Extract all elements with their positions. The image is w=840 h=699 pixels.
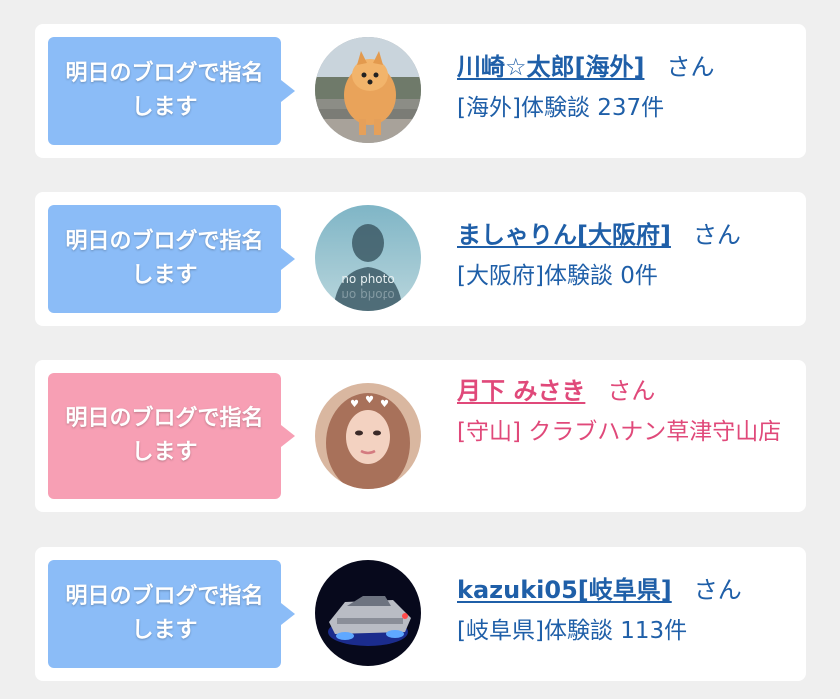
entry-card: 明日のブログで指名します no photo no photo ましゃりん[大阪府… bbox=[35, 192, 806, 326]
user-info: 月下 みさき さん [守山] クラブハナン草津守山店 bbox=[457, 374, 797, 452]
shop-name: [守山] クラブハナン草津守山店 bbox=[457, 419, 782, 445]
car-photo-icon bbox=[315, 560, 421, 666]
avatar[interactable] bbox=[315, 37, 421, 143]
user-info: 川崎☆太郎[海外] さん [海外]体験談 237件 bbox=[457, 50, 797, 128]
nomination-label: 明日のブログで指名します bbox=[65, 229, 264, 288]
review-count: [岐阜県]体験談 113件 bbox=[457, 618, 688, 644]
nomination-bubble: 明日のブログで指名します bbox=[48, 373, 295, 499]
user-info: kazuki05[岐阜県] さん [岐阜県]体験談 113件 bbox=[457, 573, 797, 651]
entry-card: 明日のブログで指名します ♥ ♥ ♥ 月下 みさき さん [守山] クラブハナン草… bbox=[35, 360, 806, 512]
nomination-bubble: 明日のブログで指名します bbox=[48, 205, 295, 313]
avatar[interactable]: no photo no photo bbox=[315, 205, 421, 311]
honorific: さん bbox=[666, 53, 715, 81]
no-photo-icon: no photo no photo bbox=[315, 205, 421, 311]
svg-text:no photo: no photo bbox=[341, 272, 394, 286]
avatar[interactable]: ♥ ♥ ♥ bbox=[315, 383, 421, 489]
dog-photo-icon bbox=[315, 37, 421, 143]
svg-text:♥: ♥ bbox=[350, 399, 359, 410]
name-line: ましゃりん[大阪府] さん bbox=[457, 218, 797, 252]
nomination-bubble: 明日のブログで指名します bbox=[48, 37, 295, 145]
woman-photo-icon: ♥ ♥ ♥ bbox=[315, 383, 421, 489]
user-info: ましゃりん[大阪府] さん [大阪府]体験談 0件 bbox=[457, 218, 797, 296]
avatar[interactable] bbox=[315, 560, 421, 666]
nomination-label: 明日のブログで指名します bbox=[65, 406, 264, 465]
user-name-link[interactable]: kazuki05[岐阜県] bbox=[457, 576, 672, 604]
name-line: 川崎☆太郎[海外] さん bbox=[457, 50, 797, 84]
user-name-link[interactable]: 月下 みさき bbox=[457, 377, 585, 405]
name-line: kazuki05[岐阜県] さん bbox=[457, 573, 797, 607]
user-name-link[interactable]: 川崎☆太郎[海外] bbox=[457, 53, 644, 81]
entry-card: 明日のブログで指名します 川崎☆太郎[海外] さん [海外]体験談 237件 bbox=[35, 24, 806, 158]
review-count: [大阪府]体験談 0件 bbox=[457, 263, 658, 289]
name-line: 月下 みさき さん bbox=[457, 374, 797, 408]
review-count: [海外]体験談 237件 bbox=[457, 95, 665, 121]
honorific: さん bbox=[692, 221, 741, 249]
user-name-link[interactable]: ましゃりん[大阪府] bbox=[457, 221, 671, 249]
honorific: さん bbox=[693, 576, 742, 604]
svg-text:♥: ♥ bbox=[380, 399, 389, 410]
svg-text:no photo: no photo bbox=[341, 288, 394, 302]
nomination-label: 明日のブログで指名します bbox=[65, 61, 264, 120]
svg-text:♥: ♥ bbox=[365, 395, 374, 406]
entry-card: 明日のブログで指名します kazuki05[岐阜県] さん [岐阜県]体験談 11… bbox=[35, 547, 806, 681]
nomination-bubble: 明日のブログで指名します bbox=[48, 560, 295, 668]
nomination-label: 明日のブログで指名します bbox=[65, 584, 264, 643]
honorific: さん bbox=[607, 377, 656, 405]
